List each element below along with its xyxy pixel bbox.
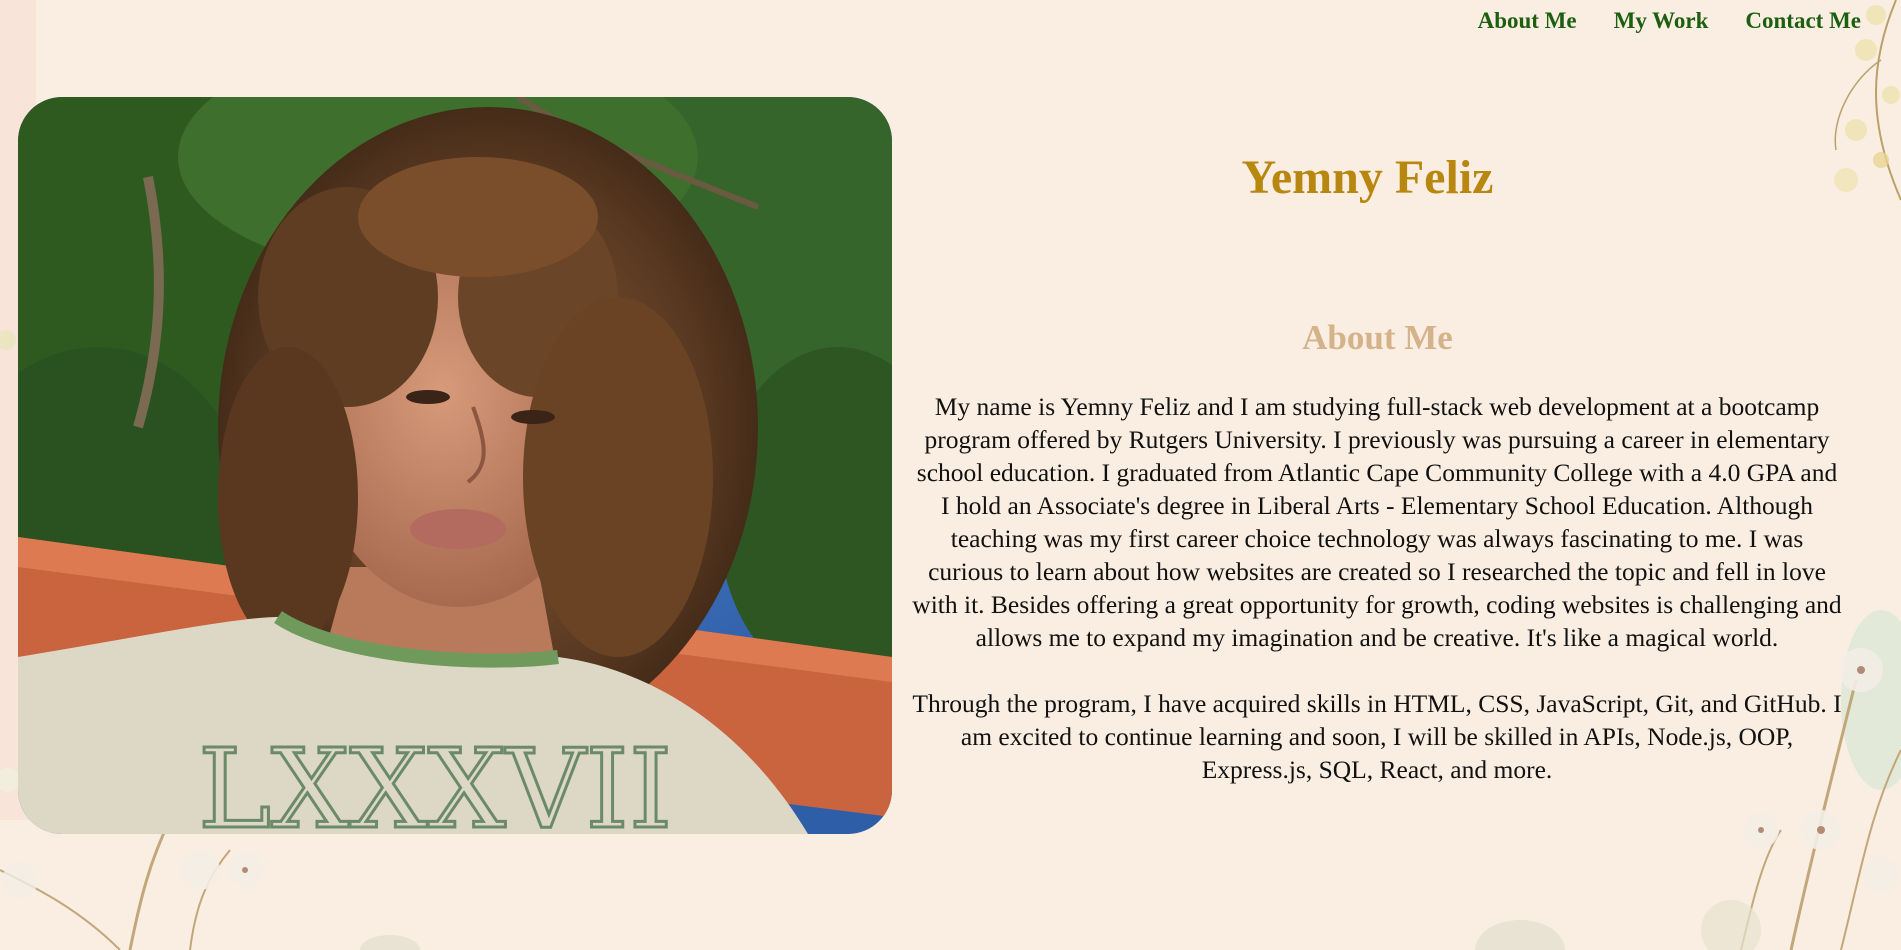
page: About Me My Work Contact Me LXXXVII Yemn… xyxy=(0,0,1901,950)
nav-link-my-work[interactable]: My Work xyxy=(1614,8,1709,34)
portrait-image: LXXXVII xyxy=(18,97,892,834)
page-title: Yemny Feliz xyxy=(1241,151,1494,204)
svg-text:LXXXVII: LXXXVII xyxy=(198,725,672,834)
about-text: My name is Yemny Feliz and I am studying… xyxy=(912,390,1842,819)
nav-link-about-me[interactable]: About Me xyxy=(1478,8,1577,34)
floral-decoration-top-right xyxy=(1834,0,1901,201)
main-nav: About Me My Work Contact Me xyxy=(1478,8,1861,34)
about-paragraph-2: Through the program, I have acquired ski… xyxy=(912,689,1842,784)
about-heading: About Me xyxy=(1302,318,1453,357)
floral-decoration-bottom-mid xyxy=(360,935,420,950)
nav-link-contact-me[interactable]: Contact Me xyxy=(1745,8,1861,34)
about-paragraph-1: My name is Yemny Feliz and I am studying… xyxy=(912,392,1842,652)
profile-photo: LXXXVII xyxy=(18,97,892,834)
floral-decoration-bottom-mid2 xyxy=(1475,920,1565,950)
